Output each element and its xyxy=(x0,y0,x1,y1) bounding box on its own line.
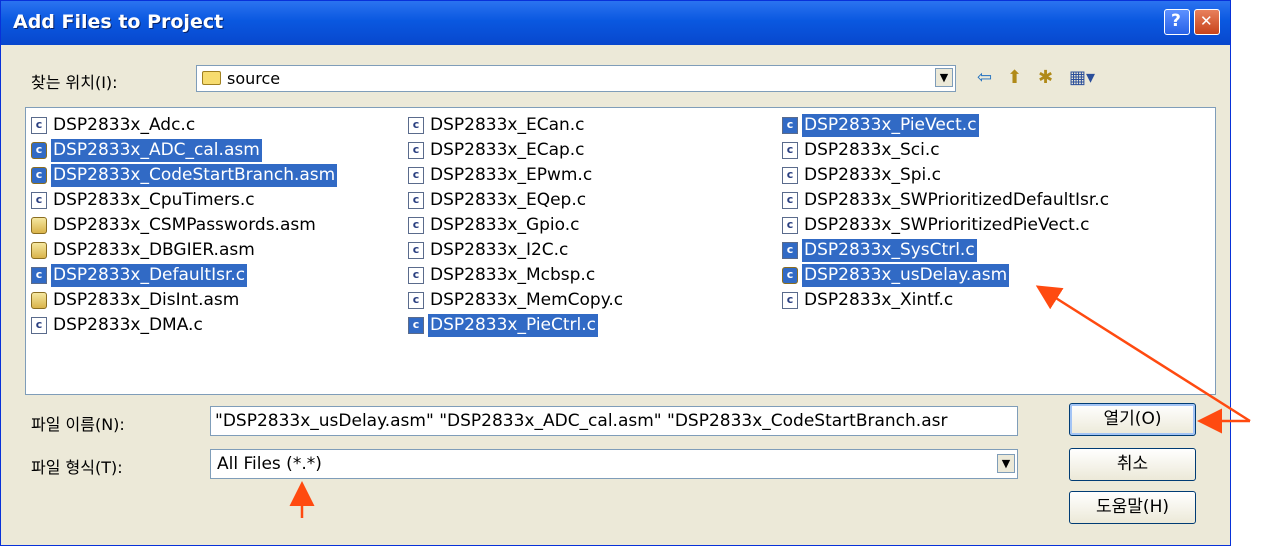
file-name: DSP2833x_DisInt.asm xyxy=(53,290,240,310)
file-name: DSP2833x_DMA.c xyxy=(53,315,203,335)
file-name: DSP2833x_Adc.c xyxy=(53,115,196,135)
c-file-icon: c xyxy=(31,317,47,334)
c-file-icon: c xyxy=(408,317,424,334)
file-name: DSP2833x_SysCtrl.c xyxy=(802,239,977,262)
c-file-icon: c xyxy=(408,242,424,259)
help-button[interactable]: 도움말(H) xyxy=(1069,491,1196,524)
asm-file-icon: c xyxy=(31,217,47,234)
question-icon: ? xyxy=(1171,11,1181,31)
file-name: DSP2833x_usDelay.asm xyxy=(802,264,1010,287)
back-icon[interactable]: ⇦ xyxy=(977,67,992,88)
file-name: DSP2833x_CSMPasswords.asm xyxy=(53,215,316,235)
file-name: DSP2833x_PieVect.c xyxy=(802,114,979,137)
asm-file-icon: c xyxy=(31,292,47,309)
file-name: DSP2833x_I2C.c xyxy=(430,240,569,260)
asm-file-icon: c xyxy=(782,267,798,284)
file-name: DSP2833x_EPwm.c xyxy=(430,165,593,185)
file-name: DSP2833x_Spi.c xyxy=(804,165,942,185)
file-name: DSP2833x_ECap.c xyxy=(430,140,585,160)
view-menu-icon[interactable]: ▦▾ xyxy=(1069,67,1095,88)
c-file-icon: c xyxy=(408,267,424,284)
c-file-icon: c xyxy=(408,192,424,209)
c-file-icon: c xyxy=(408,292,424,309)
file-name-input[interactable]: "DSP2833x_usDelay.asm" "DSP2833x_ADC_cal… xyxy=(210,406,1018,436)
file-name: DSP2833x_Mcbsp.c xyxy=(430,265,596,285)
asm-file-icon: c xyxy=(31,167,47,184)
file-name: DSP2833x_DBGIER.asm xyxy=(53,240,255,260)
c-file-icon: c xyxy=(408,117,424,134)
c-file-icon: c xyxy=(782,292,798,309)
c-file-icon: c xyxy=(782,117,798,134)
c-file-icon: c xyxy=(31,192,47,209)
look-in-label: 찾는 위치(I): xyxy=(31,73,118,92)
file-type-label: 파일 형식(T): xyxy=(31,458,123,477)
add-files-dialog: Add Files to Project ? ✕ 찾는 위치(I): sourc… xyxy=(0,0,1231,546)
close-icon: ✕ xyxy=(1200,12,1213,30)
c-file-icon: c xyxy=(782,142,798,159)
title-bar[interactable]: Add Files to Project ? ✕ xyxy=(1,1,1230,45)
file-name: DSP2833x_EQep.c xyxy=(430,190,587,210)
c-file-icon: c xyxy=(782,192,798,209)
file-list[interactable]: c DSP2833x_Adc.c c DSP2833x_ADC_cal.asm c DSP… xyxy=(25,107,1216,395)
c-file-icon: c xyxy=(31,117,47,134)
new-folder-icon[interactable]: ✱ xyxy=(1038,67,1053,88)
file-name: DSP2833x_PieCtrl.c xyxy=(428,314,599,337)
file-name: DSP2833x_ECan.c xyxy=(430,115,585,135)
file-name: DSP2833x_SWPrioritizedPieVect.c xyxy=(804,215,1090,235)
c-file-icon: c xyxy=(782,217,798,234)
file-name: DSP2833x_CpuTimers.c xyxy=(53,190,255,210)
file-type-value: All Files (*.*) xyxy=(217,454,322,474)
file-name: DSP2833x_DefaultIsr.c xyxy=(51,264,248,287)
help-title-button[interactable]: ? xyxy=(1164,9,1190,35)
asm-file-icon: c xyxy=(31,142,47,159)
asm-file-icon: c xyxy=(31,242,47,259)
file-name: DSP2833x_CodeStartBranch.asm xyxy=(51,164,338,187)
c-file-icon: c xyxy=(782,167,798,184)
file-name: DSP2833x_Xintf.c xyxy=(804,290,954,310)
folder-icon xyxy=(202,71,221,85)
file-name-label: 파일 이름(N): xyxy=(31,415,125,434)
chevron-down-icon[interactable]: ▼ xyxy=(935,68,953,87)
file-name: DSP2833x_Gpio.c xyxy=(430,215,580,235)
c-file-icon: c xyxy=(408,167,424,184)
cancel-button[interactable]: 취소 xyxy=(1069,448,1196,481)
c-file-icon: c xyxy=(408,142,424,159)
c-file-icon: c xyxy=(782,242,798,259)
file-name: DSP2833x_Sci.c xyxy=(804,140,940,160)
look-in-value: source xyxy=(227,69,281,88)
c-file-icon: c xyxy=(408,217,424,234)
open-button[interactable]: 열기(O) xyxy=(1069,403,1196,436)
close-button[interactable]: ✕ xyxy=(1194,9,1220,35)
dialog-title: Add Files to Project xyxy=(13,11,224,33)
look-in-combo[interactable]: source ▼ xyxy=(196,65,956,92)
c-file-icon: c xyxy=(31,267,47,284)
file-type-combo[interactable]: All Files (*.*) ▼ xyxy=(210,449,1018,479)
file-name: DSP2833x_ADC_cal.asm xyxy=(51,139,262,162)
chevron-down-icon[interactable]: ▼ xyxy=(997,454,1015,473)
file-name: DSP2833x_MemCopy.c xyxy=(430,290,624,310)
file-name: DSP2833x_SWPrioritizedDefaultIsr.c xyxy=(804,190,1110,210)
up-folder-icon[interactable]: ⬆ xyxy=(1007,67,1022,88)
